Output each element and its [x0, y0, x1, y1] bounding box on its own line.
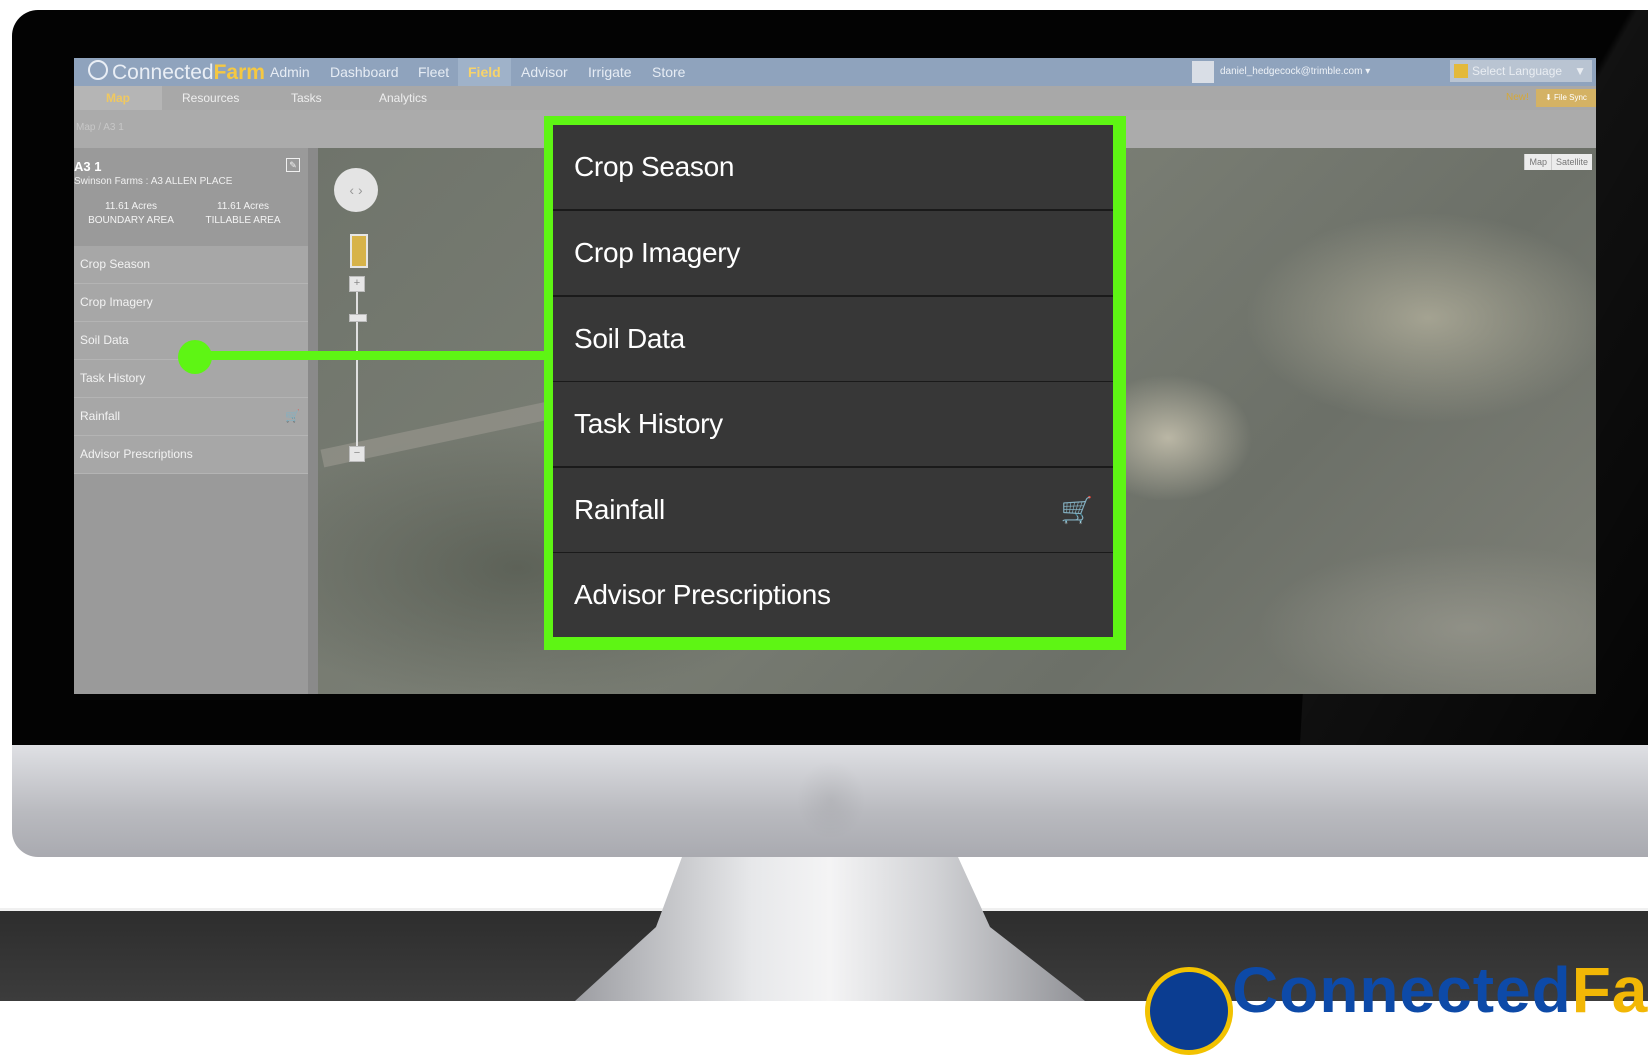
menu-rainfall[interactable]: Rainfall 🛒 [74, 398, 308, 436]
google-translate-icon [1454, 64, 1468, 78]
shopping-cart-icon: 🛒 [285, 409, 300, 423]
file-sync-button[interactable]: ⬇ File Sync [1536, 89, 1596, 107]
callout-crop-season: Crop Season [553, 125, 1113, 209]
nav-fleet[interactable]: Fleet [418, 58, 449, 86]
field-subtitle: Swinson Farms : A3 ALLEN PLACE [74, 176, 233, 187]
brand-logo-icon [1145, 967, 1233, 1055]
tillable-area-value: 11.61 Acres [216, 201, 270, 212]
menu-rainfall-label: Rainfall [80, 409, 121, 423]
sub-nav-bar: Map Resources Tasks Analytics New! ⬇ Fil… [74, 86, 1596, 110]
nav-dashboard[interactable]: Dashboard [330, 58, 399, 86]
edit-icon[interactable]: ✎ [286, 158, 300, 172]
menu-crop-season[interactable]: Crop Season [74, 246, 308, 284]
map-type-map-button[interactable]: Map [1524, 154, 1551, 170]
connectedfarm-logo-icon [88, 60, 108, 80]
pan-control-icon[interactable]: ‹ › [334, 168, 378, 212]
tab-resources[interactable]: Resources [182, 86, 239, 110]
app-logo[interactable]: ConnectedFarm [88, 60, 265, 85]
language-select-label: Select Language [1472, 64, 1563, 78]
breadcrumb[interactable]: Map / A3 1 [76, 122, 124, 133]
user-menu[interactable]: daniel_hedgecock@trimble.com ▾ [1220, 58, 1370, 86]
nav-store[interactable]: Store [652, 58, 685, 86]
map-type-toggle: Map Satellite [1524, 154, 1592, 170]
tillable-area-stat: 11.61 Acres TILLABLE AREA [188, 200, 298, 228]
callout-advisor-prescriptions: Advisor Prescriptions [553, 553, 1113, 637]
tab-tasks[interactable]: Tasks [291, 86, 322, 110]
brand-logo-text: ConnectedFa [1232, 954, 1648, 1026]
boundary-area-label: BOUNDARY AREA [88, 215, 174, 226]
field-title: A3 1 [74, 159, 102, 174]
map-type-satellite-button[interactable]: Satellite [1550, 154, 1592, 170]
language-select[interactable]: Select Language ▼ [1450, 60, 1592, 82]
boundary-area-value: 11.61 Acres [104, 201, 158, 212]
top-nav-bar: ConnectedFarm Admin Dashboard Fleet Fiel… [74, 58, 1596, 86]
nav-field[interactable]: Field [458, 58, 511, 86]
zoom-slider-thumb[interactable] [349, 314, 367, 322]
menu-advisor-prescriptions[interactable]: Advisor Prescriptions [74, 436, 308, 474]
callout-soil-data: Soil Data [553, 297, 1113, 381]
nav-irrigate[interactable]: Irrigate [588, 58, 632, 86]
nav-admin[interactable]: Admin [270, 58, 310, 86]
user-avatar[interactable] [1192, 61, 1214, 83]
menu-crop-imagery[interactable]: Crop Imagery [74, 284, 308, 322]
zoom-out-button[interactable]: − [349, 446, 365, 462]
tillable-area-label: TILLABLE AREA [205, 215, 281, 226]
callout-rainfall: Rainfall 🛒 [553, 468, 1113, 552]
brand-logo: ConnectedFa [1140, 954, 1648, 1055]
monitor-logo [796, 760, 866, 840]
zoom-slider-track[interactable] [356, 282, 358, 452]
shopping-cart-icon: 🛒 [1060, 495, 1093, 525]
chevron-down-icon: ▼ [1574, 64, 1586, 78]
zoom-in-button[interactable]: + [349, 276, 365, 292]
street-view-pegman-icon[interactable] [350, 234, 368, 268]
callout-crop-imagery: Crop Imagery [553, 211, 1113, 295]
callout-zoom-box: Crop Season Crop Imagery Soil Data Task … [544, 116, 1126, 650]
boundary-area-stat: 11.61 Acres BOUNDARY AREA [76, 200, 186, 228]
callout-pointer-dot [178, 340, 212, 374]
field-sidebar: A3 1 Swinson Farms : A3 ALLEN PLACE ✎ 11… [74, 148, 308, 694]
callout-rainfall-label: Rainfall [574, 494, 665, 525]
callout-connector [200, 351, 550, 360]
nav-advisor[interactable]: Advisor [521, 58, 568, 86]
callout-task-history: Task History [553, 382, 1113, 466]
tab-map[interactable]: Map [74, 86, 162, 110]
callout-menu: Crop Season Crop Imagery Soil Data Task … [553, 125, 1113, 637]
tab-analytics[interactable]: Analytics [379, 86, 427, 110]
new-badge: New! [1506, 92, 1529, 103]
